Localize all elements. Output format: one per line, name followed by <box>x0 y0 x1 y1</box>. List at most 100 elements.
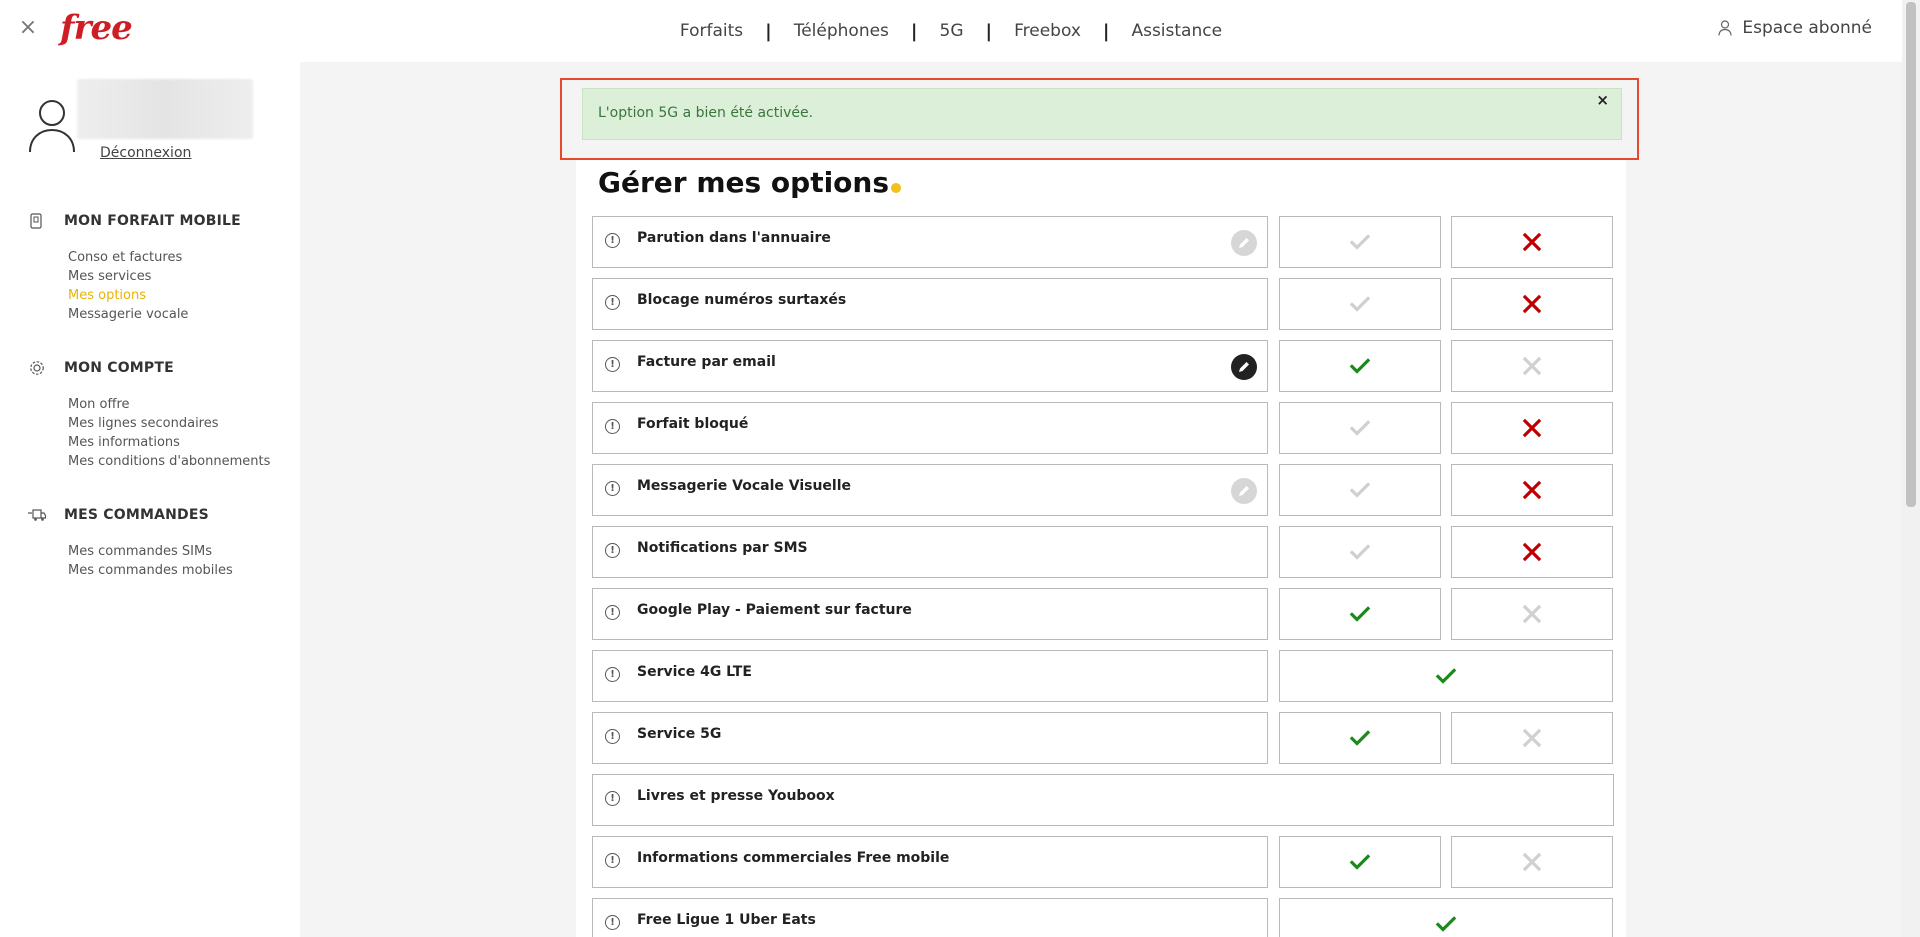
option-label-cell: ! Forfait bloqué <box>592 402 1268 454</box>
activate-option-button[interactable] <box>1279 278 1441 330</box>
main-nav: Forfaits | Téléphones | 5G | Freebox | A… <box>0 0 1902 62</box>
info-icon[interactable]: ! <box>605 605 620 620</box>
option-label-cell: ! Service 4G LTE <box>592 650 1268 702</box>
nav-5g[interactable]: 5G <box>918 21 986 41</box>
logout-link[interactable]: Déconnexion <box>100 145 191 161</box>
cross-icon <box>1521 417 1543 439</box>
success-alert: L'option 5G a bien été activée. × <box>582 88 1622 140</box>
option-row: ! Parution dans l'annuaire <box>592 216 1614 268</box>
option-label: Messagerie Vocale Visuelle <box>637 478 852 494</box>
cross-icon <box>1521 603 1543 625</box>
option-label-cell: ! Free Ligue 1 Uber Eats <box>592 898 1268 937</box>
activate-option-button[interactable] <box>1279 402 1441 454</box>
option-label: Parution dans l'annuaire <box>637 230 831 246</box>
activate-option-button[interactable] <box>1279 588 1441 640</box>
section-title: MON FORFAIT MOBILE <box>64 213 241 229</box>
info-icon[interactable]: ! <box>605 667 620 682</box>
sidebar-item-informations[interactable]: Mes informations <box>68 433 270 452</box>
info-icon[interactable]: ! <box>605 729 620 744</box>
deactivate-option-button[interactable] <box>1451 216 1613 268</box>
activate-option-button[interactable] <box>1279 526 1441 578</box>
nav-separator: | <box>910 20 918 42</box>
deactivate-option-button[interactable] <box>1451 464 1613 516</box>
deactivate-option-button[interactable] <box>1451 836 1613 888</box>
deactivate-option-button[interactable] <box>1451 526 1613 578</box>
option-label-cell: ! Facture par email <box>592 340 1268 392</box>
sidebar: Déconnexion MON FORFAIT MOBILE Conso et … <box>0 62 300 937</box>
espace-abonne-label: Espace abonné <box>1742 18 1872 38</box>
option-row: ! Informations commerciales Free mobile <box>592 836 1614 888</box>
activate-option-button[interactable] <box>1279 216 1441 268</box>
alert-close-icon[interactable]: × <box>1596 91 1609 109</box>
option-label: Facture par email <box>637 354 776 370</box>
sidebar-item-conditions[interactable]: Mes conditions d'abonnements <box>68 452 270 471</box>
avatar-icon <box>29 100 75 152</box>
edit-pencil-icon[interactable] <box>1231 354 1257 380</box>
edit-pencil-icon[interactable] <box>1231 230 1257 256</box>
scrollbar-thumb[interactable] <box>1906 2 1916 507</box>
option-status-cell <box>1279 650 1613 702</box>
activate-option-button[interactable] <box>1279 712 1441 764</box>
nav-freebox[interactable]: Freebox <box>992 21 1103 41</box>
info-icon[interactable]: ! <box>605 543 620 558</box>
info-icon[interactable]: ! <box>605 853 620 868</box>
check-icon <box>1349 417 1371 439</box>
info-icon[interactable]: ! <box>605 481 620 496</box>
info-icon[interactable]: ! <box>605 419 620 434</box>
sidebar-item-conso[interactable]: Conso et factures <box>68 248 241 267</box>
option-label: Notifications par SMS <box>637 540 808 556</box>
edit-pencil-icon[interactable] <box>1231 478 1257 504</box>
user-icon <box>1718 20 1732 36</box>
option-label: Google Play - Paiement sur facture <box>637 602 912 618</box>
option-status-cell <box>1279 898 1613 937</box>
option-label: Blocage numéros surtaxés <box>637 292 847 308</box>
info-icon[interactable]: ! <box>605 791 620 806</box>
deactivate-option-button[interactable] <box>1451 588 1613 640</box>
activate-option-button[interactable] <box>1279 836 1441 888</box>
nav-separator: | <box>1102 20 1110 42</box>
option-label-cell: ! Google Play - Paiement sur facture <box>592 588 1268 640</box>
check-icon <box>1435 913 1457 935</box>
sidebar-item-services[interactable]: Mes services <box>68 267 241 286</box>
sidebar-item-commandes-mobiles[interactable]: Mes commandes mobiles <box>68 561 233 580</box>
check-icon <box>1349 293 1371 315</box>
nav-assistance[interactable]: Assistance <box>1109 21 1244 41</box>
cross-icon <box>1521 479 1543 501</box>
option-label: Service 4G LTE <box>637 664 752 680</box>
page-scrollbar[interactable] <box>1902 0 1920 937</box>
sidebar-item-lignes[interactable]: Mes lignes secondaires <box>68 414 270 433</box>
nav-forfaits[interactable]: Forfaits <box>658 21 765 41</box>
section-title: MES COMMANDES <box>64 507 209 523</box>
option-label-cell: ! Parution dans l'annuaire <box>592 216 1268 268</box>
deactivate-option-button[interactable] <box>1451 402 1613 454</box>
page-title-prefix: Gérer <box>598 166 687 199</box>
option-row: ! Notifications par SMS <box>592 526 1614 578</box>
option-label: Livres et presse Youboox <box>637 788 835 804</box>
top-bar: × free Forfaits | Téléphones | 5G | Free… <box>0 0 1902 62</box>
nav-separator: | <box>765 20 772 42</box>
check-icon <box>1349 727 1371 749</box>
option-label-cell: ! Informations commerciales Free mobile <box>592 836 1268 888</box>
nav-telephones[interactable]: Téléphones <box>772 21 911 41</box>
sidebar-item-messagerie[interactable]: Messagerie vocale <box>68 305 241 324</box>
cross-icon <box>1521 541 1543 563</box>
info-icon[interactable]: ! <box>605 233 620 248</box>
sidebar-item-commandes-sims[interactable]: Mes commandes SIMs <box>68 542 233 561</box>
sidebar-item-options[interactable]: Mes options <box>68 286 241 305</box>
deactivate-option-button[interactable] <box>1451 712 1613 764</box>
deactivate-option-button[interactable] <box>1451 340 1613 392</box>
info-icon[interactable]: ! <box>605 357 620 372</box>
option-row: ! Livres et presse Youboox <box>592 774 1614 826</box>
option-label-cell: ! Service 5G <box>592 712 1268 764</box>
sidebar-item-offre[interactable]: Mon offre <box>68 395 270 414</box>
deactivate-option-button[interactable] <box>1451 278 1613 330</box>
info-icon[interactable]: ! <box>605 915 620 930</box>
main-content: L'option 5G a bien été activée. × Gérer … <box>300 62 1902 937</box>
espace-abonne-link[interactable]: Espace abonné <box>1718 18 1872 38</box>
option-row: ! Google Play - Paiement sur facture <box>592 588 1614 640</box>
info-icon[interactable]: ! <box>605 295 620 310</box>
activate-option-button[interactable] <box>1279 464 1441 516</box>
user-name-blurred <box>77 79 253 139</box>
cross-icon <box>1521 851 1543 873</box>
activate-option-button[interactable] <box>1279 340 1441 392</box>
